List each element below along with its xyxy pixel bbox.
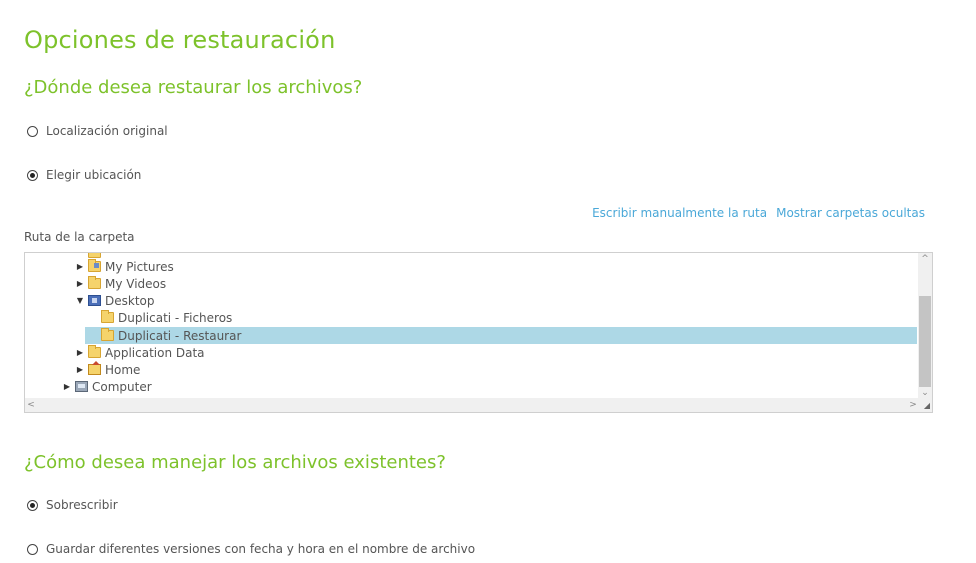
show-hidden-folders-link[interactable]: Mostrar carpetas ocultas	[776, 206, 925, 220]
tree-node-label: Computer	[92, 379, 152, 394]
desktop-icon	[88, 295, 101, 306]
tree-node-label: My Videos	[105, 276, 167, 291]
folder-icon	[88, 345, 101, 358]
tree-node-label: Desktop	[105, 293, 155, 308]
vertical-scrollbar[interactable]: ^ ⌄	[918, 253, 932, 399]
restore-location-question: ¿Dónde desea restaurar los archivos?	[24, 77, 363, 98]
folder-icon	[101, 310, 114, 323]
tree-node-duplicati-restaurar[interactable]: Duplicati - Restaurar	[85, 327, 917, 344]
collapse-arrow-icon[interactable]: ▼	[75, 296, 85, 306]
page-title: Opciones de restauración	[24, 26, 336, 54]
tree-node-computer[interactable]: ▶ Computer	[62, 378, 152, 395]
computer-icon	[75, 381, 88, 392]
radio-button-checked[interactable]	[27, 499, 38, 511]
folder-links: Escribir manualmente la ruta Mostrar car…	[592, 206, 925, 220]
pictures-folder-icon	[88, 259, 101, 272]
scroll-left-icon[interactable]: <	[25, 398, 37, 412]
tree-node-my-videos[interactable]: ▶ My Videos	[75, 275, 166, 292]
tree-node-label: Duplicati - Restaurar	[118, 328, 242, 343]
folder-icon	[101, 328, 114, 341]
tree-node-label: Duplicati - Ficheros	[118, 310, 233, 325]
radio-label: Guardar diferentes versiones con fecha y…	[46, 542, 476, 556]
manual-path-link[interactable]: Escribir manualmente la ruta	[592, 206, 767, 220]
expand-arrow-icon[interactable]: ▶	[75, 262, 85, 272]
expand-arrow-icon[interactable]: ▶	[62, 382, 72, 392]
folder-tree[interactable]: ▶ My Pictures ▶ My Videos ▼ Desktop Dupl…	[24, 252, 933, 413]
tree-node-application-data[interactable]: ▶ Application Data	[75, 344, 205, 361]
resize-grip-icon[interactable]: ◢	[918, 398, 932, 412]
tree-node-duplicati-ficheros[interactable]: Duplicati - Ficheros	[101, 309, 232, 326]
tree-node-label: My Pictures	[105, 259, 174, 274]
radio-label: Sobrescribir	[46, 498, 118, 512]
folder-path-label: Ruta de la carpeta	[24, 230, 135, 244]
home-icon	[88, 361, 101, 375]
folder-icon	[88, 276, 101, 289]
tree-node-desktop[interactable]: ▼ Desktop	[75, 292, 155, 309]
radio-label: Localización original	[46, 124, 168, 138]
folder-tree-viewport: ▶ My Pictures ▶ My Videos ▼ Desktop Dupl…	[25, 253, 919, 399]
radio-original-location[interactable]: Localización original	[27, 122, 168, 140]
tree-node-label: Application Data	[105, 345, 205, 360]
horizontal-scrollbar[interactable]: < >	[25, 398, 919, 412]
existing-files-question: ¿Cómo desea manejar los archivos existen…	[24, 452, 446, 473]
expand-arrow-icon[interactable]: ▶	[75, 365, 85, 375]
expand-arrow-icon[interactable]: ▶	[75, 348, 85, 358]
scroll-up-icon[interactable]: ^	[918, 253, 932, 265]
scrollbar-thumb[interactable]	[919, 296, 931, 387]
tree-node-home[interactable]: ▶ Home	[75, 361, 140, 378]
radio-button-checked[interactable]	[27, 169, 38, 181]
radio-overwrite[interactable]: Sobrescribir	[27, 496, 118, 514]
tree-node-my-pictures[interactable]: ▶ My Pictures	[75, 258, 174, 275]
radio-label: Elegir ubicación	[46, 168, 142, 182]
tree-node-label: Home	[105, 362, 141, 377]
radio-keep-versions[interactable]: Guardar diferentes versiones con fecha y…	[27, 540, 475, 558]
radio-button[interactable]	[27, 125, 38, 137]
expand-arrow-icon[interactable]: ▶	[75, 279, 85, 289]
radio-button[interactable]	[27, 543, 38, 555]
radio-choose-location[interactable]: Elegir ubicación	[27, 166, 141, 184]
